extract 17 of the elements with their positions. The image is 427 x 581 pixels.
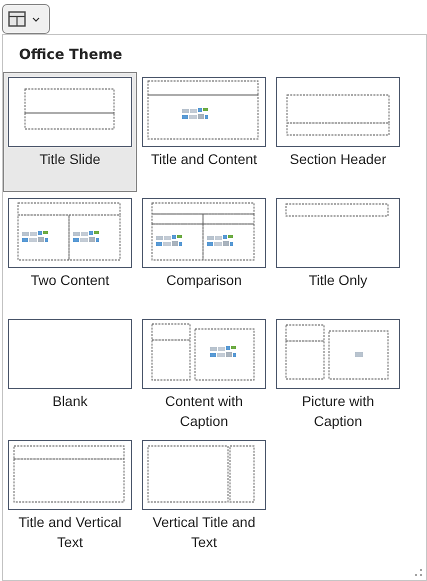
resize-grip-icon[interactable] [415,569,423,577]
layout-label: Vertical Title and Text [152,513,256,552]
layout-label: Title Only [308,271,368,290]
layout-label: Two Content [30,271,110,290]
caret-icon [32,16,40,22]
layout-option[interactable]: Title Slide [3,72,137,192]
section-title: Office Theme [19,47,122,63]
layout-icon [8,11,26,27]
layout-label: Comparison [165,271,243,290]
layout-label: Section Header [288,150,388,169]
layout-label: Title and Vertical Text [18,513,122,552]
layout-label: Title Slide [38,150,102,169]
layout-dropdown-button[interactable] [2,4,50,34]
layout-label: Title and Content [150,150,258,169]
layout-label: Blank [51,392,89,411]
layout-label: Picture with Caption [300,392,376,431]
layout-label: Content with Caption [164,392,244,431]
